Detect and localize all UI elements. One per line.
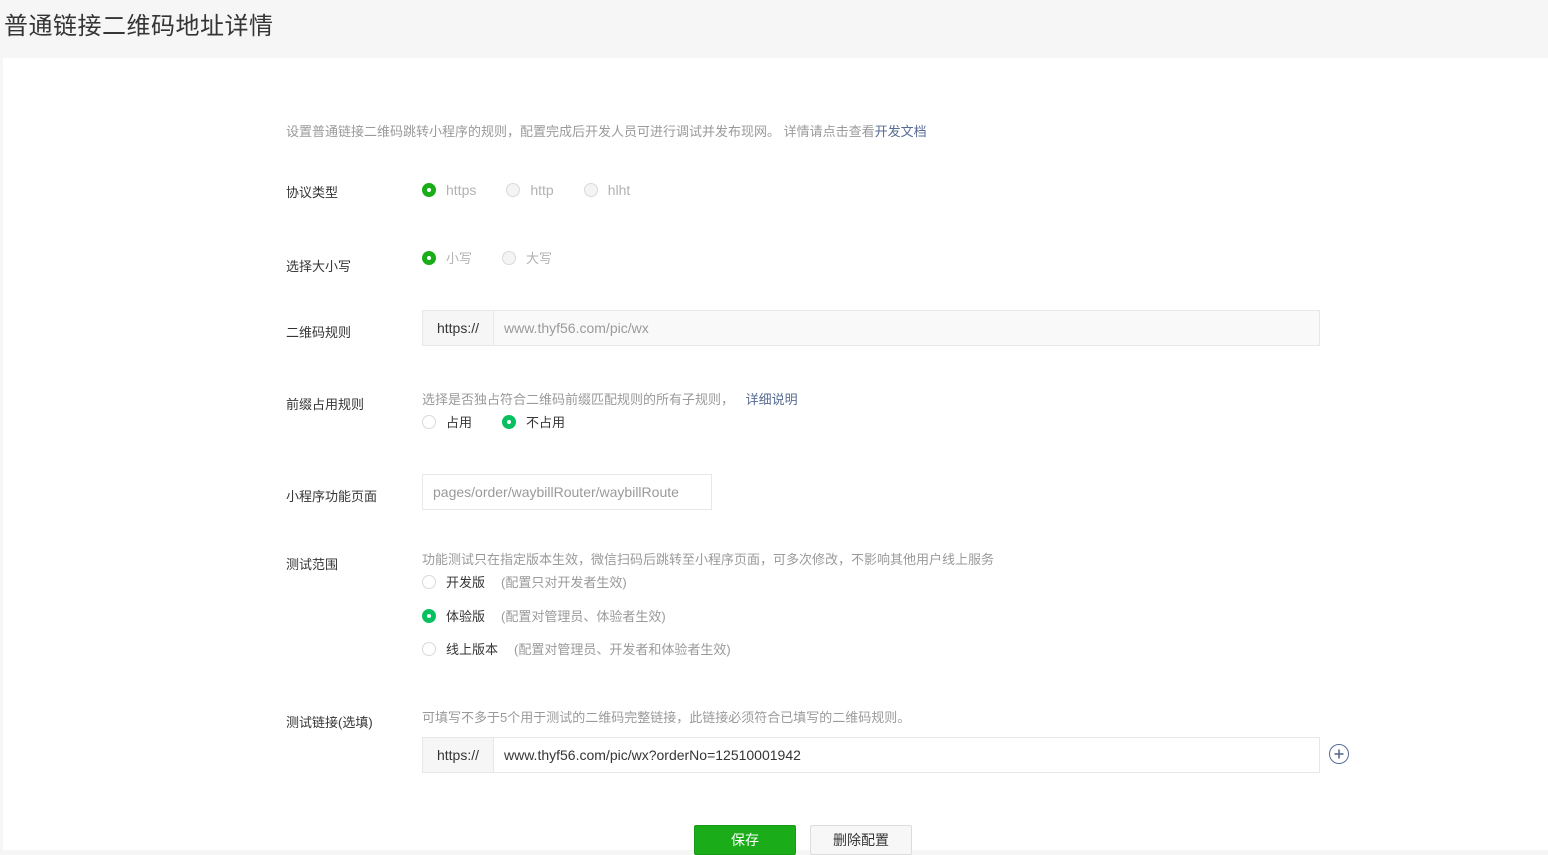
page-header: 普通链接二维码地址详情 (0, 0, 1548, 58)
intro-description: 设置普通链接二维码跳转小程序的规则，配置完成后开发人员可进行调试并发布现网。 详… (286, 124, 875, 139)
radio-label: 线上版本 (446, 642, 499, 657)
radio-note: (配置只对开发者生效) (501, 575, 627, 590)
radio-unchecked-icon (422, 574, 436, 589)
test-link-input[interactable]: www.thyf56.com/pic/wx?orderNo=1251000194… (494, 738, 1319, 772)
radio-label: 不占用 (526, 415, 566, 430)
radio-not-occupy[interactable]: 不占用 (502, 412, 565, 431)
radio-online-version[interactable]: 线上版本 (配置对管理员、开发者和体验者生效) (422, 639, 731, 658)
qr-rule-label: 二维码规则 (286, 325, 352, 340)
test-scope-hint: 功能测试只在指定版本生效，微信扫码后跳转至小程序页面，可多次修改，不影响其他用户… (422, 552, 995, 567)
radio-uppercase[interactable]: 大写 (502, 248, 552, 267)
prefix-rule-radio-group: 占用 不占用 (422, 412, 595, 431)
radio-checked-icon (422, 183, 436, 197)
content-card (3, 58, 1548, 850)
test-link-input-group: https:// www.thyf56.com/pic/wx?orderNo=1… (422, 737, 1320, 773)
radio-occupy[interactable]: 占用 (422, 412, 472, 431)
radio-unchecked-icon (502, 250, 517, 265)
radio-unchecked-icon (506, 183, 521, 197)
radio-checked-icon (422, 608, 436, 623)
radio-label: 体验版 (446, 609, 486, 624)
case-label: 选择大小写 (286, 259, 352, 274)
radio-unchecked-icon (583, 183, 598, 197)
mini-page-label: 小程序功能页面 (286, 489, 378, 504)
prefix-rule-label: 前缀占用规则 (286, 397, 365, 412)
radio-label: 开发版 (446, 575, 486, 590)
radio-unchecked-icon (422, 414, 436, 429)
radio-https[interactable]: https (422, 182, 476, 198)
radio-unchecked-icon (422, 641, 436, 656)
dev-docs-link[interactable]: 开发文档 (875, 124, 927, 139)
radio-label: 大写 (526, 251, 553, 266)
radio-label: 占用 (446, 415, 473, 430)
qr-rule-input-group: https:// www.thyf56.com/pic/wx (422, 310, 1320, 346)
radio-trial-version[interactable]: 体验版 (配置对管理员、体验者生效) (422, 606, 666, 625)
protocol-label: 协议类型 (286, 185, 339, 200)
prefix-rule-hint-text: 选择是否独占符合二维码前缀匹配规则的所有子规则， (422, 392, 735, 407)
page-title: 普通链接二维码地址详情 (4, 13, 274, 40)
radio-label: 小写 (446, 251, 473, 266)
details-link[interactable]: 详细说明 (746, 392, 798, 407)
plus-circle-icon[interactable] (1329, 744, 1349, 764)
test-scope-label: 测试范围 (286, 557, 339, 572)
delete-config-button[interactable]: 删除配置 (810, 825, 912, 855)
radio-label: hlht (607, 182, 631, 198)
mini-page-input[interactable]: pages/order/waybillRouter/waybillRoute (422, 474, 712, 510)
protocol-radio-group: https http hlht (422, 182, 660, 198)
test-scope-option-dev: 开发版 (配置只对开发者生效) (422, 572, 657, 591)
prefix-rule-hint: 选择是否独占符合二维码前缀匹配规则的所有子规则， 详细说明 (422, 389, 798, 408)
test-scope-option-online: 线上版本 (配置对管理员、开发者和体验者生效) (422, 639, 761, 658)
radio-note: (配置对管理员、体验者生效) (501, 609, 666, 624)
radio-label: http (530, 182, 554, 198)
radio-lowercase[interactable]: 小写 (422, 248, 472, 267)
qr-rule-input[interactable]: www.thyf56.com/pic/wx (494, 311, 1319, 345)
radio-label: https (446, 182, 477, 198)
qr-rule-prefix: https:// (423, 311, 494, 345)
save-button[interactable]: 保存 (694, 825, 796, 855)
test-link-prefix: https:// (423, 738, 494, 772)
radio-checked-icon (502, 414, 517, 429)
case-radio-group: 小写 大写 (422, 248, 582, 267)
test-scope-option-trial: 体验版 (配置对管理员、体验者生效) (422, 606, 696, 625)
test-link-hint: 可填写不多于5个用于测试的二维码完整链接，此链接必须符合已填写的二维码规则。 (422, 710, 911, 725)
radio-hlht[interactable]: hlht (583, 182, 631, 198)
test-link-label: 测试链接(选填) (286, 715, 373, 730)
intro-text: 设置普通链接二维码跳转小程序的规则，配置完成后开发人员可进行调试并发布现网。 详… (286, 121, 927, 140)
radio-dev-version[interactable]: 开发版 (配置只对开发者生效) (422, 572, 627, 591)
radio-http[interactable]: http (506, 182, 554, 198)
radio-note: (配置对管理员、开发者和体验者生效) (514, 642, 731, 657)
radio-checked-icon (422, 250, 436, 265)
